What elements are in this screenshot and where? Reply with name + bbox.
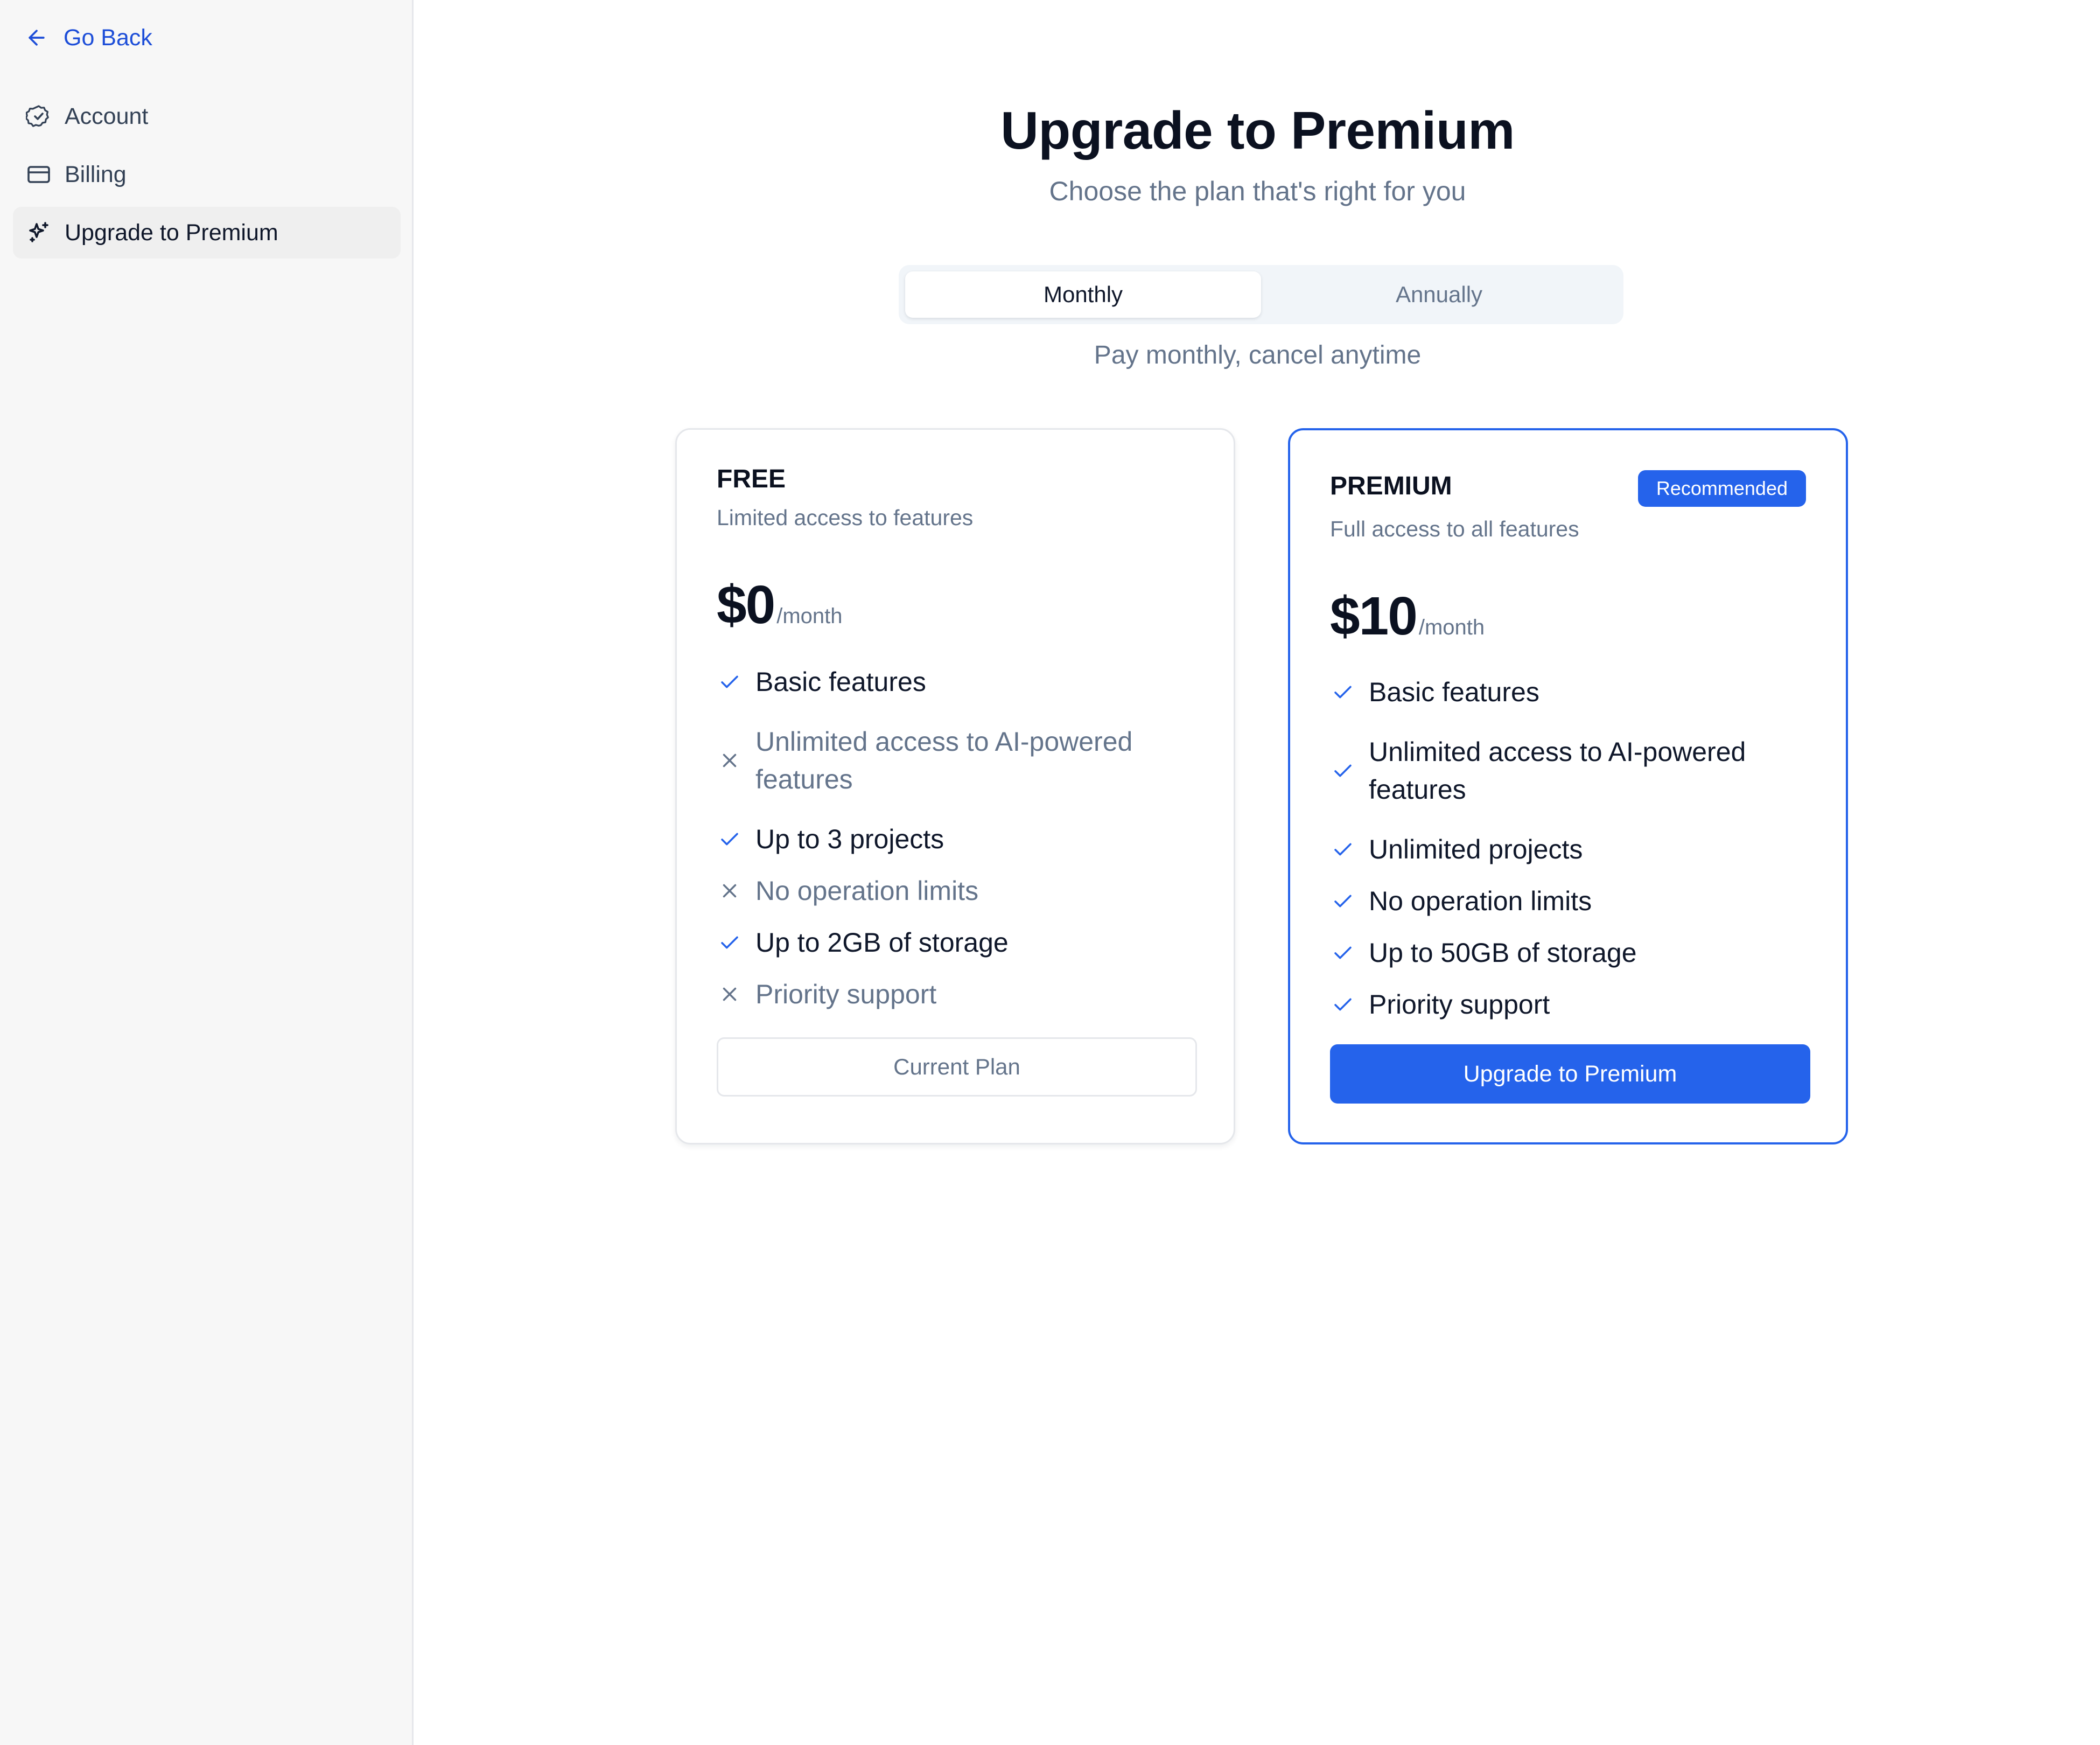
feature-item: Up to 50GB of storage: [1330, 927, 1810, 979]
plan-description: Full access to all features: [1330, 516, 1579, 541]
x-icon: [717, 748, 743, 773]
sidebar-item-upgrade[interactable]: Upgrade to Premium: [13, 207, 401, 259]
plan-price: $0 /month: [717, 574, 843, 636]
check-circle-icon: [26, 103, 52, 129]
toggle-monthly[interactable]: Monthly: [905, 271, 1261, 318]
current-plan-button: Current Plan: [717, 1037, 1197, 1097]
feature-item: Priority support: [717, 968, 1197, 1020]
page-subtitle: Choose the plan that's right for you: [1049, 176, 1466, 206]
check-icon: [717, 669, 743, 695]
billing-period-toggle: Monthly Annually: [899, 265, 1623, 324]
feature-label: Unlimited projects: [1369, 834, 1583, 864]
feature-label: No operation limits: [755, 876, 979, 906]
credit-card-icon: [26, 162, 52, 187]
recommended-badge: Recommended: [1637, 470, 1806, 507]
sidebar-item-label: Account: [65, 103, 149, 129]
feature-label: No operation limits: [1369, 886, 1592, 916]
feature-item: Unlimited access to AI-powered features: [717, 708, 1197, 813]
feature-item: Up to 3 projects: [717, 813, 1197, 865]
feature-label: Unlimited access to AI-powered features: [1369, 737, 1746, 805]
check-icon: [1330, 758, 1356, 784]
page-title: Upgrade to Premium: [1000, 101, 1515, 160]
feature-item: Priority support: [1330, 979, 1810, 1030]
check-icon: [717, 930, 743, 955]
feature-list: Basic features Unlimited access to AI-po…: [1330, 666, 1810, 1030]
sidebar-item-account[interactable]: Account: [13, 90, 401, 142]
feature-label: Up to 3 projects: [755, 824, 944, 854]
feature-label: Up to 2GB of storage: [755, 927, 1009, 958]
go-back-link[interactable]: Go Back: [25, 22, 152, 54]
sidebar-item-label: Upgrade to Premium: [65, 219, 278, 246]
check-icon: [1330, 888, 1356, 914]
sparkles-icon: [26, 220, 52, 246]
x-icon: [717, 878, 743, 904]
toggle-annually[interactable]: Annually: [1261, 271, 1617, 318]
price-period: /month: [776, 604, 843, 628]
feature-label: Unlimited access to AI-powered features: [755, 727, 1133, 794]
plan-description: Limited access to features: [717, 505, 974, 530]
feature-label: Basic features: [1369, 677, 1539, 707]
sidebar-item-billing[interactable]: Billing: [13, 149, 401, 200]
price-period: /month: [1418, 616, 1485, 639]
plan-card-free: FREE Limited access to features $0 /mont…: [675, 428, 1235, 1144]
sidebar-nav: Account Billing Upgrade to Premium: [13, 90, 401, 265]
feature-item: Basic features: [717, 656, 1197, 708]
price-amount: $0: [717, 575, 775, 635]
feature-list: Basic features Unlimited access to AI-po…: [717, 656, 1197, 1020]
feature-label: Priority support: [1369, 989, 1550, 1020]
check-icon: [1330, 679, 1356, 705]
arrow-left-icon: [29, 30, 45, 46]
plan-name: FREE: [717, 465, 786, 493]
price-amount: $10: [1330, 586, 1418, 646]
feature-item: Unlimited access to AI-powered features: [1330, 718, 1810, 823]
check-icon: [1330, 992, 1356, 1017]
check-icon: [1330, 940, 1356, 966]
feature-item: Unlimited projects: [1330, 823, 1810, 875]
upgrade-to-premium-button[interactable]: Upgrade to Premium: [1330, 1044, 1810, 1104]
feature-item: No operation limits: [717, 865, 1197, 917]
sidebar-item-label: Billing: [65, 161, 127, 187]
check-icon: [1330, 836, 1356, 862]
feature-item: Up to 2GB of storage: [717, 917, 1197, 968]
main-content: Upgrade to Premium Choose the plan that'…: [415, 0, 2100, 1745]
billing-note: Pay monthly, cancel anytime: [1094, 341, 1422, 369]
plan-price: $10 /month: [1330, 585, 1485, 647]
feature-label: Basic features: [755, 667, 926, 697]
sidebar: Go Back Account Billing Upgrade to Premi…: [0, 0, 414, 1745]
plan-card-premium: PREMIUM Recommended Full access to all f…: [1288, 428, 1848, 1144]
x-icon: [717, 981, 743, 1007]
check-icon: [717, 826, 743, 852]
feature-item: Basic features: [1330, 666, 1810, 718]
plan-name: PREMIUM: [1330, 472, 1452, 500]
feature-item: No operation limits: [1330, 875, 1810, 927]
feature-label: Up to 50GB of storage: [1369, 938, 1637, 968]
feature-label: Priority support: [755, 979, 937, 1009]
go-back-label: Go Back: [64, 24, 152, 51]
